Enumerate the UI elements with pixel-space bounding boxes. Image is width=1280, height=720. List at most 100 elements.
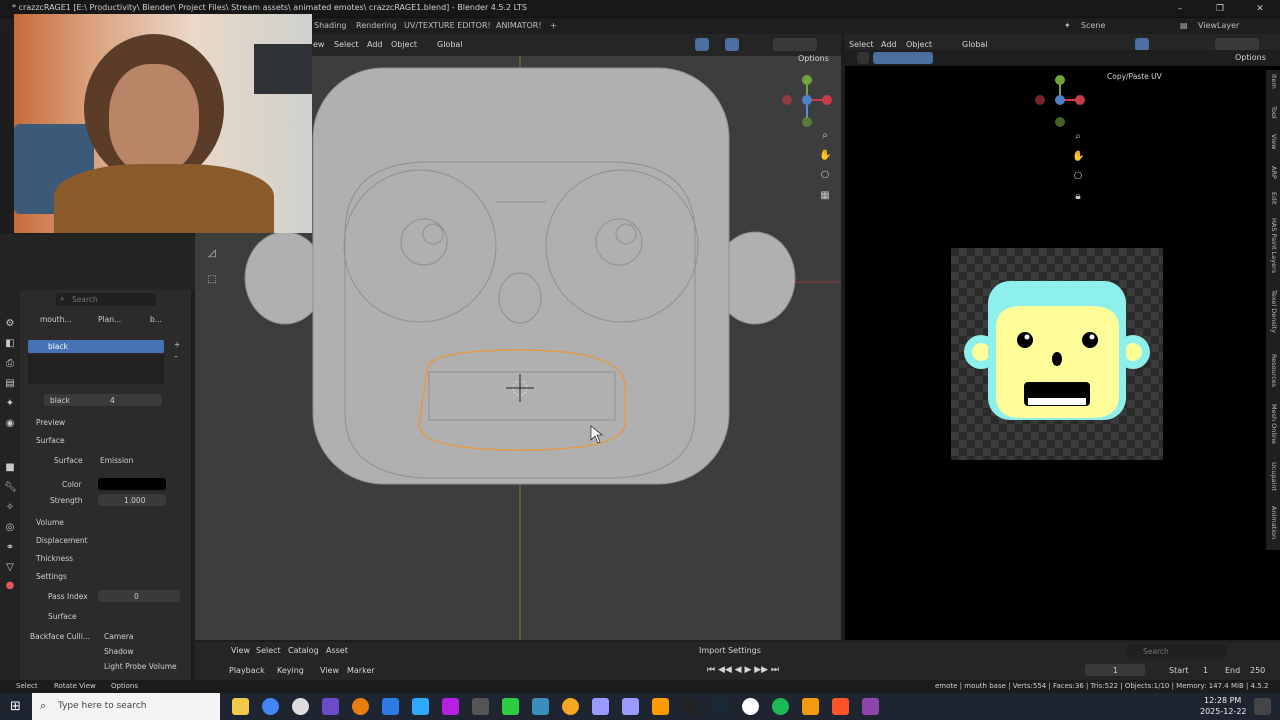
- tab-tool[interactable]: Tool: [1268, 106, 1278, 119]
- tab-has-paint-layers[interactable]: HAS Paint Layers: [1268, 218, 1278, 273]
- play-app-icon[interactable]: [502, 698, 519, 715]
- app-icon-2[interactable]: [382, 698, 399, 715]
- blender-icon[interactable]: [352, 698, 369, 715]
- section-surface[interactable]: Surface: [36, 436, 65, 445]
- app-icon-5[interactable]: [562, 698, 579, 715]
- tab-uv-texture-editor[interactable]: UV/TEXTURE EDITOR!: [404, 21, 491, 30]
- timeline-view-menu[interactable]: View: [320, 666, 339, 675]
- after-effects-icon[interactable]: [592, 698, 609, 715]
- grid-view-icon[interactable]: ▦: [819, 190, 831, 202]
- tab-arp[interactable]: ARP: [1268, 166, 1278, 179]
- select-menu[interactable]: Select: [334, 40, 359, 49]
- uv-add-menu[interactable]: Add: [881, 40, 897, 49]
- transform-orientation-dropdown[interactable]: Global: [437, 40, 463, 49]
- uv-play-icon[interactable]: [857, 52, 869, 64]
- material-slot-selected[interactable]: black: [28, 340, 164, 353]
- tab-shading[interactable]: Shading: [314, 21, 347, 30]
- playback-controls[interactable]: ⏮ ◀◀ ◀ ▶ ▶▶ ⏭: [707, 665, 779, 675]
- object-menu[interactable]: Object: [391, 40, 417, 49]
- premiere-icon[interactable]: [622, 698, 639, 715]
- navigation-gizmo[interactable]: [777, 72, 837, 132]
- calculator-icon[interactable]: [532, 698, 549, 715]
- strength-field[interactable]: 1.000: [98, 494, 166, 506]
- close-icon[interactable]: ✕: [1240, 0, 1280, 18]
- illustrator-icon[interactable]: [652, 698, 669, 715]
- file-explorer-icon[interactable]: [232, 698, 249, 715]
- viewport-options-button[interactable]: Options: [798, 54, 829, 63]
- uv-transform-dropdown[interactable]: Global: [962, 40, 988, 49]
- uv-options-button[interactable]: Options: [1235, 53, 1266, 62]
- uv-navigation-gizmo[interactable]: [1030, 72, 1090, 132]
- material-properties-icon[interactable]: ●: [4, 580, 16, 592]
- asset-menu[interactable]: Asset: [326, 646, 348, 655]
- physics-icon[interactable]: ◎: [4, 522, 16, 534]
- uv-pan-icon[interactable]: ✋: [1072, 151, 1084, 163]
- uv-zoom-icon[interactable]: ⌕: [1072, 131, 1084, 143]
- tab-view[interactable]: View: [1268, 134, 1278, 149]
- shading-mode-buttons[interactable]: [773, 38, 817, 51]
- emission-color-swatch[interactable]: [98, 478, 166, 490]
- app-icon-6[interactable]: [742, 698, 759, 715]
- view-layer-properties-icon[interactable]: ▤: [4, 378, 16, 390]
- pan-hand-icon[interactable]: ✋: [819, 150, 831, 162]
- view-layer-name[interactable]: ViewLayer: [1198, 21, 1239, 30]
- tab-texel-density[interactable]: Texel Density: [1268, 290, 1278, 333]
- material-slot-list[interactable]: [28, 354, 164, 384]
- section-volume[interactable]: Volume: [36, 518, 64, 527]
- windows-start-icon[interactable]: ⊞: [10, 698, 27, 715]
- asset-search-input[interactable]: Search: [1127, 645, 1227, 657]
- light-probe-checkbox-label[interactable]: Light Probe Volume: [104, 662, 177, 671]
- app-icon-1[interactable]: [322, 698, 339, 715]
- start-frame-value[interactable]: 1: [1203, 666, 1208, 675]
- section-settings[interactable]: Settings: [36, 572, 67, 581]
- shadow-checkbox-label[interactable]: Shadow: [104, 647, 134, 656]
- camera-checkbox-label[interactable]: Camera: [104, 632, 133, 641]
- copy-paste-uv-panel[interactable]: Copy/Paste UV: [1107, 72, 1162, 81]
- tab-edit[interactable]: Edit: [1268, 192, 1278, 205]
- section-thickness[interactable]: Thickness: [36, 554, 73, 563]
- tab-ucupaint[interactable]: Ucupaint: [1268, 462, 1278, 491]
- photoshop-icon[interactable]: [412, 698, 429, 715]
- gizmo-toggle-icon[interactable]: [695, 38, 709, 51]
- world-properties-icon[interactable]: ◉: [4, 418, 16, 430]
- uv-lock-icon[interactable]: 🔒︎: [1072, 191, 1084, 203]
- view-menu[interactable]: ew: [313, 40, 324, 49]
- tab-rendering[interactable]: Rendering: [356, 21, 397, 30]
- import-settings-dropdown[interactable]: Import Settings: [699, 646, 761, 655]
- output-properties-icon[interactable]: ⎙: [4, 358, 16, 370]
- add-menu[interactable]: Add: [367, 40, 383, 49]
- tab-resources[interactable]: Resources: [1268, 354, 1278, 387]
- particles-icon[interactable]: ✧: [4, 502, 16, 514]
- constraints-icon[interactable]: ⚭: [4, 542, 16, 554]
- measure-tool-icon[interactable]: ◿: [206, 248, 218, 260]
- zoom-icon[interactable]: ⌕: [819, 130, 831, 142]
- render-properties-icon[interactable]: ◧: [4, 338, 16, 350]
- spotify-icon[interactable]: [772, 698, 789, 715]
- uv-image-viewport[interactable]: Options Copy/Paste UV ⌕ ✋ ⎔ 🔒︎: [845, 50, 1280, 640]
- taskbar-search-box[interactable]: ⌕ Type here to search: [32, 693, 220, 720]
- modifier-properties-icon[interactable]: 🔧︎: [4, 482, 17, 494]
- chrome-icon[interactable]: [262, 698, 279, 715]
- add-slot-icon[interactable]: +: [174, 340, 180, 349]
- add-workspace-button[interactable]: +: [550, 21, 557, 30]
- data-properties-icon[interactable]: ▽: [4, 562, 16, 574]
- overlay-toggle-icon[interactable]: [725, 38, 739, 51]
- current-frame-field[interactable]: 1: [1085, 664, 1145, 676]
- marker-menu[interactable]: Marker: [347, 666, 375, 675]
- properties-search[interactable]: ⌕ Search: [56, 293, 156, 306]
- pass-index-field[interactable]: 0: [98, 590, 180, 602]
- davinci-icon[interactable]: [682, 698, 699, 715]
- asset-view-menu[interactable]: View: [231, 646, 250, 655]
- add-cube-tool-icon[interactable]: ⬚: [206, 274, 218, 286]
- object-properties-icon[interactable]: ■: [4, 462, 16, 474]
- remove-slot-icon[interactable]: –: [174, 352, 178, 361]
- scene-properties-icon[interactable]: ✦: [4, 398, 16, 410]
- app-icon-8[interactable]: [862, 698, 879, 715]
- minimize-icon[interactable]: –: [1160, 0, 1200, 18]
- brave-icon[interactable]: [832, 698, 849, 715]
- material-selector[interactable]: black 4: [44, 394, 162, 406]
- tool-properties-icon[interactable]: ⚙: [4, 318, 16, 330]
- uv-select-mode-buttons[interactable]: [873, 52, 933, 64]
- tab-animator[interactable]: ANIMATOR!: [496, 21, 542, 30]
- asset-select-menu[interactable]: Select: [256, 646, 281, 655]
